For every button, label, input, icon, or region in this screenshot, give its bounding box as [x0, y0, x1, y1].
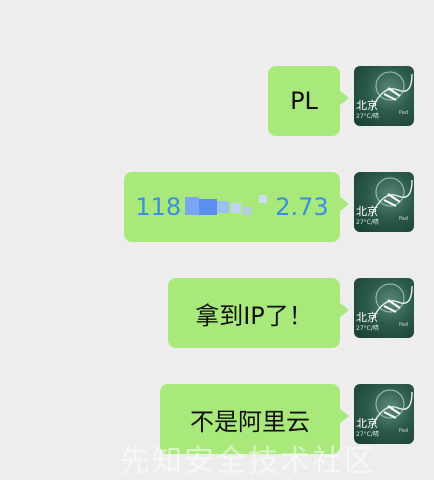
avatar-city: 北京	[356, 99, 378, 112]
avatar-mark: Pad	[398, 110, 408, 116]
message-text: 拿到IP了！	[195, 301, 313, 330]
avatar-weather: 27°C/晴	[356, 219, 379, 226]
message-text: 不是阿里云	[190, 407, 310, 436]
avatar-weather: 27°C/晴	[356, 113, 379, 120]
message-bubble[interactable]: 拿到IP了！	[168, 278, 349, 348]
message-row: PL 北京 27°C/晴 Pad	[268, 66, 414, 136]
avatar[interactable]: 北京 27°C/晴 Pad	[354, 66, 414, 126]
message-bubble[interactable]: 不是阿里云	[160, 384, 349, 454]
message-text: PL	[290, 87, 318, 115]
message-row: 拿到IP了！ 北京 27°C/晴 Pad	[168, 278, 414, 348]
avatar[interactable]: 北京 27°C/晴 Pad	[354, 384, 414, 444]
ip-prefix: 118	[135, 193, 182, 221]
avatar-city: 北京	[356, 417, 378, 430]
redaction-mosaic	[185, 195, 271, 219]
avatar-mark: Pad	[398, 216, 408, 222]
ip-link[interactable]: 118 2.73	[135, 193, 328, 221]
avatar-weather: 27°C/晴	[356, 431, 379, 438]
avatar-mark: Pad	[398, 322, 408, 328]
message-bubble[interactable]: PL	[268, 66, 349, 136]
message-bubble[interactable]: 118 2.73	[124, 172, 349, 242]
avatar-city: 北京	[356, 311, 378, 324]
message-row: 不是阿里云 北京 27°C/晴 Pad	[160, 384, 414, 454]
avatar-mark: Pad	[398, 428, 408, 434]
avatar[interactable]: 北京 27°C/晴 Pad	[354, 172, 414, 232]
avatar[interactable]: 北京 27°C/晴 Pad	[354, 278, 414, 338]
avatar-weather: 27°C/晴	[356, 325, 379, 332]
ip-suffix: 2.73	[275, 193, 329, 221]
message-row: 118 2.73 北京 27°C/晴 Pad	[124, 172, 414, 242]
avatar-city: 北京	[356, 205, 378, 218]
